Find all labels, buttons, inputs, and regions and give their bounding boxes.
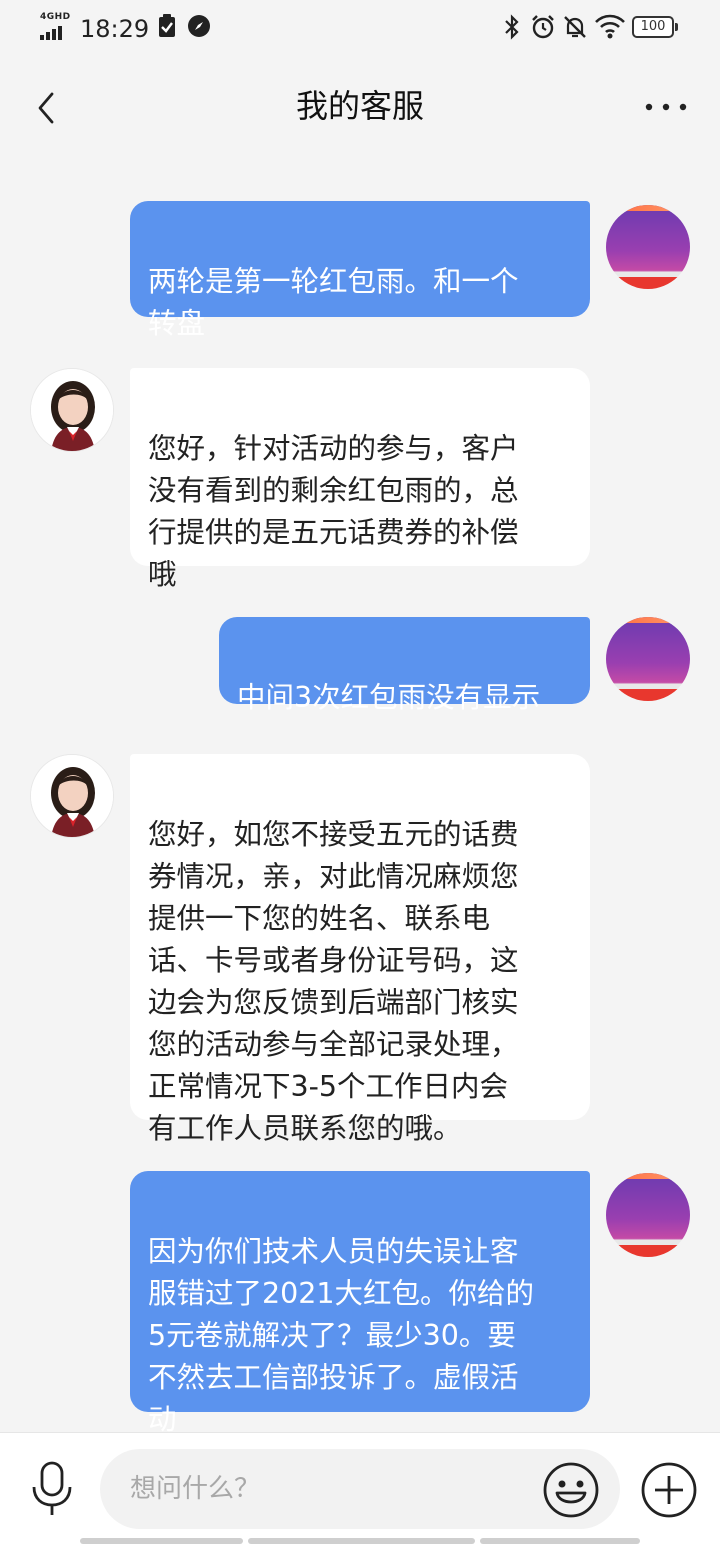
nav-bar: 我的客服	[0, 56, 720, 156]
bluetooth-icon	[505, 14, 519, 40]
message-text: 两轮是第一轮红包雨。和一个 转盘	[148, 265, 519, 340]
message-text: 中间3次红包雨没有显示	[237, 681, 541, 714]
user-message[interactable]: 两轮是第一轮红包雨。和一个 转盘	[130, 201, 590, 340]
battery-indicator: 100	[632, 16, 678, 38]
network-type: 4GHD	[40, 12, 71, 22]
alarm-icon	[532, 15, 554, 39]
chat-screen: 4GHD 18:29 100 我的客服 两轮是第一轮红包雨。和一个 转盘 您好，…	[0, 0, 720, 1544]
signal-icon: 4GHD	[40, 12, 74, 40]
user-message[interactable]: 中间3次红包雨没有显示	[219, 617, 590, 714]
more-icon[interactable]	[644, 102, 688, 112]
agent-photo-icon	[31, 369, 113, 451]
plus-icon[interactable]	[640, 1461, 698, 1519]
agent-avatar[interactable]	[30, 368, 114, 452]
status-time: 18:29	[80, 15, 150, 43]
message-text: 您好，针对活动的参与，客户 没有看到的剩余红包雨的，总 行提供的是五元话费券的补…	[148, 432, 519, 591]
message-text: 因为你们技术人员的失误让客 服错过了2021大红包。你给的 5元卷就解决了？最少…	[148, 1235, 535, 1436]
user-message[interactable]: 因为你们技术人员的失误让客 服错过了2021大红包。你给的 5元卷就解决了？最少…	[130, 1171, 590, 1436]
agent-avatar[interactable]	[30, 754, 114, 838]
emoji-icon[interactable]	[542, 1461, 600, 1519]
status-bar: 4GHD 18:29 100	[0, 0, 720, 56]
message-text: 您好，如您不接受五元的话费 券情况，亲，对此情况麻烦您 提供一下您的姓名、联系电…	[148, 818, 519, 1145]
mute-bell-icon	[564, 16, 586, 38]
gesture-bar	[248, 1538, 475, 1544]
user-avatar[interactable]	[606, 205, 690, 289]
compass-icon	[188, 15, 210, 37]
wifi-icon	[595, 14, 625, 39]
microphone-icon[interactable]	[28, 1461, 76, 1517]
agent-photo-icon	[31, 755, 113, 837]
page-title: 我的客服	[295, 87, 424, 125]
agent-message[interactable]: 您好，针对活动的参与，客户 没有看到的剩余红包雨的，总 行提供的是五元话费券的补…	[130, 368, 590, 591]
user-avatar[interactable]	[606, 617, 690, 701]
clipboard-icon	[159, 14, 175, 37]
gesture-bar	[480, 1538, 640, 1544]
gesture-bar	[80, 1538, 243, 1544]
input-bar	[0, 1432, 720, 1544]
agent-message[interactable]: 您好，如您不接受五元的话费 券情况，亲，对此情况麻烦您 提供一下您的姓名、联系电…	[130, 754, 590, 1145]
user-avatar[interactable]	[606, 1173, 690, 1257]
